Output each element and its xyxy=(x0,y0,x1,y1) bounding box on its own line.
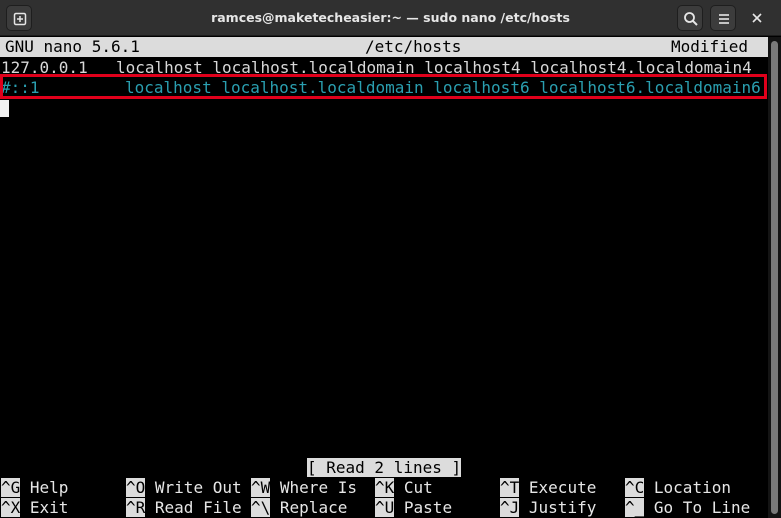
terminal-window: ramces@maketecheasier:~ — sudo nano /etc… xyxy=(0,0,781,518)
hosts-line-1[interactable]: 127.0.0.1 xyxy=(1,58,88,78)
hamburger-menu-icon xyxy=(719,14,729,24)
hosts-line-2[interactable]: #::1 xyxy=(1,78,40,98)
shortcut-key: ^K xyxy=(375,478,395,497)
shortcut-label: Execute xyxy=(528,478,597,497)
shortcut-read-file[interactable]: ^R Read File xyxy=(126,498,242,518)
shortcut-label: Replace xyxy=(279,498,348,517)
search-icon xyxy=(684,12,698,26)
shortcut-label: Cut xyxy=(403,478,433,497)
shortcut-key: ^\ xyxy=(251,498,271,517)
shortcut-where-is[interactable]: ^W Where Is xyxy=(251,478,357,498)
shortcut-execute[interactable]: ^T Execute xyxy=(500,478,596,498)
scrollbar-thumb[interactable] xyxy=(771,41,778,514)
shortcut-exit[interactable]: ^X Exit xyxy=(1,498,68,518)
shortcut-label: Exit xyxy=(29,498,69,517)
hosts-line-2-names: localhost localhost.localdomain localhos… xyxy=(125,78,761,97)
nano-version: GNU nano 5.6.1 xyxy=(5,37,140,56)
nano-header-bar: GNU nano 5.6.1 /etc/hosts Modified xyxy=(0,37,768,57)
vertical-scrollbar[interactable] xyxy=(768,37,781,518)
nano-modified-state: Modified xyxy=(671,37,749,56)
shortcut-key: ^T xyxy=(500,478,520,497)
new-tab-button[interactable] xyxy=(6,5,32,31)
shortcut-label: Read File xyxy=(154,498,242,517)
shortcut-key: ^U xyxy=(375,498,395,517)
terminal-content[interactable]: GNU nano 5.6.1 /etc/hosts Modified 127.0… xyxy=(0,37,768,518)
shortcut-go-to-line[interactable]: ^_ Go To Line xyxy=(625,498,750,518)
shortcut-cut[interactable]: ^K Cut xyxy=(375,478,433,498)
shortcut-justify[interactable]: ^J Justify xyxy=(500,498,596,518)
title-bar: ramces@maketecheasier:~ — sudo nano /etc… xyxy=(0,0,781,36)
shortcut-key: ^R xyxy=(126,498,146,517)
shortcut-label: Write Out xyxy=(154,478,242,497)
shortcut-label: Where Is xyxy=(279,478,357,497)
shortcut-key: ^W xyxy=(251,478,271,497)
search-button[interactable] xyxy=(677,5,703,31)
shortcut-label: Go To Line xyxy=(653,498,751,517)
shortcut-key: ^O xyxy=(126,478,146,497)
window-title: ramces@maketecheasier:~ — sudo nano /etc… xyxy=(211,10,570,25)
shortcut-write-out[interactable]: ^O Write Out xyxy=(126,478,242,498)
shortcut-location[interactable]: ^C Location xyxy=(625,478,731,498)
hosts-line-1-address: 127.0.0.1 xyxy=(1,58,88,77)
shortcut-replace[interactable]: ^\ Replace xyxy=(251,498,347,518)
shortcut-help[interactable]: ^G Help xyxy=(1,478,68,498)
shortcut-label: Location xyxy=(653,478,731,497)
new-tab-icon xyxy=(13,12,27,26)
menu-button[interactable] xyxy=(710,5,736,31)
shortcut-label: Justify xyxy=(528,498,597,517)
shortcut-label: Paste xyxy=(403,498,453,517)
shortcut-key: ^X xyxy=(1,498,21,517)
hosts-line-2-address: #::1 xyxy=(1,78,40,97)
close-icon xyxy=(752,13,762,23)
shortcut-key: ^_ xyxy=(625,498,645,517)
nano-filename: /etc/hosts xyxy=(365,37,462,56)
status-message: [ Read 2 lines ] xyxy=(307,458,462,477)
shortcut-key: ^C xyxy=(625,478,645,497)
close-button[interactable] xyxy=(744,5,770,31)
hosts-line-1-names: localhost localhost.localdomain localhos… xyxy=(116,58,752,77)
shortcut-label: Help xyxy=(29,478,69,497)
shortcut-key: ^J xyxy=(500,498,520,517)
shortcut-key: ^G xyxy=(1,478,21,497)
text-cursor xyxy=(0,100,9,117)
shortcut-paste[interactable]: ^U Paste xyxy=(375,498,452,518)
